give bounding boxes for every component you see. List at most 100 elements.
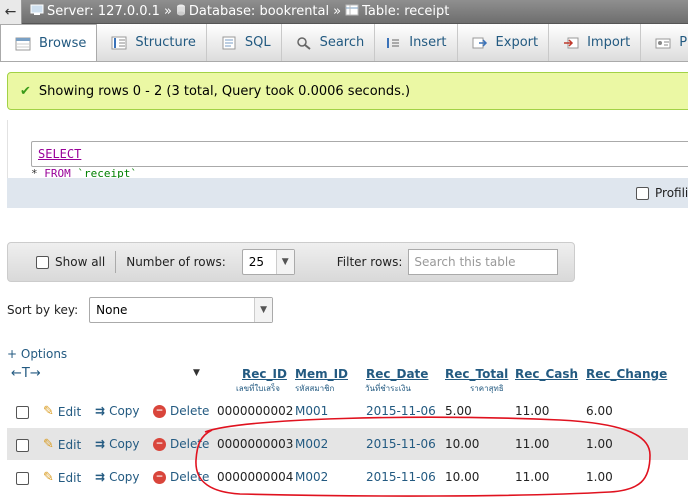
copy-icon: ⇉ bbox=[95, 404, 106, 418]
table-row: ✎ Edit ⇉ Copy − Delete 0000000003 M002 2… bbox=[7, 427, 688, 460]
delete-label: Delete bbox=[170, 404, 210, 418]
filter-rows-label: Filter rows: bbox=[336, 255, 403, 269]
options-link[interactable]: + Options bbox=[7, 347, 67, 361]
insert-icon bbox=[385, 36, 401, 50]
number-of-rows-label: Number of rows: bbox=[126, 255, 226, 269]
checkmark-icon: ✔ bbox=[20, 83, 31, 99]
sort-by-key: Sort by key: None ▼ bbox=[7, 297, 274, 323]
cell-rec-date: 2015-11-06 bbox=[366, 404, 436, 418]
cell-rec-total: 5.00 bbox=[445, 404, 472, 418]
breadcrumb-bar: ← Server: 127.0.0.1 » Database: bookrent… bbox=[0, 0, 688, 24]
edit-action[interactable]: ✎ Edit bbox=[43, 470, 81, 485]
cell-rec-cash: 11.00 bbox=[515, 470, 550, 484]
cell-rec-total: 10.00 bbox=[445, 470, 480, 484]
column-header-rec-id[interactable]: Rec_ID bbox=[242, 367, 287, 381]
tab-label: SQL bbox=[244, 35, 271, 50]
sort-dropdown-icon[interactable]: ▼ bbox=[193, 368, 200, 378]
row-checkbox[interactable] bbox=[16, 472, 29, 485]
tab-export[interactable]: Export bbox=[458, 24, 550, 61]
sql-query-box: SELECT * FROM `receipt` bbox=[7, 120, 688, 180]
tab-insert[interactable]: Insert bbox=[375, 24, 458, 61]
tab-browse[interactable]: Browse bbox=[0, 24, 98, 61]
delete-icon: − bbox=[153, 404, 166, 418]
tab-label: Insert bbox=[409, 35, 447, 50]
tab-label: Search bbox=[319, 35, 365, 50]
number-of-rows-select[interactable]: 25 ▼ bbox=[241, 249, 295, 275]
table-header: ←T→ ▼ Rec_ID เลขที่ใบเสร็จ Mem_ID รหัสสม… bbox=[7, 364, 688, 394]
column-header-mem-id[interactable]: Mem_ID bbox=[295, 367, 348, 381]
privileges-icon bbox=[655, 36, 671, 50]
edit-action[interactable]: ✎ Edit bbox=[43, 437, 81, 452]
sort-by-key-select[interactable]: None ▼ bbox=[89, 297, 274, 323]
delete-action[interactable]: − Delete bbox=[153, 404, 209, 418]
cell-mem-id[interactable]: M001 bbox=[295, 404, 328, 418]
cell-rec-cash: 11.00 bbox=[515, 404, 550, 418]
cell-rec-date: 2015-11-06 bbox=[366, 470, 436, 484]
breadcrumb-database[interactable]: Database: bookrental bbox=[189, 4, 329, 19]
pencil-icon: ✎ bbox=[43, 404, 54, 419]
tab-structure[interactable]: Structure bbox=[97, 24, 207, 61]
breadcrumb-separator: » bbox=[163, 4, 172, 19]
number-of-rows-value: 25 bbox=[248, 255, 265, 269]
delete-icon: − bbox=[153, 470, 166, 484]
table-icon bbox=[345, 4, 359, 20]
tab-privileges[interactable]: Pri bbox=[641, 24, 688, 61]
browse-icon bbox=[15, 37, 31, 51]
navigation-bar: Show all Number of rows: 25 ▼ Filter row… bbox=[7, 242, 575, 282]
back-arrow-icon[interactable]: ← bbox=[0, 0, 22, 24]
sql-query-footer: Profilin bbox=[7, 178, 688, 208]
column-header-rec-change[interactable]: Rec_Change bbox=[586, 367, 667, 381]
chevron-down-icon: ▼ bbox=[275, 250, 294, 274]
breadcrumb-server[interactable]: Server: 127.0.0.1 bbox=[47, 4, 160, 19]
tab-label: Import bbox=[587, 35, 631, 50]
filter-rows-input[interactable]: Search this table bbox=[408, 249, 559, 275]
row-checkbox[interactable] bbox=[16, 439, 29, 452]
tab-bar: Browse Structure SQL Search Insert Expor… bbox=[0, 24, 688, 62]
profiling-checkbox[interactable] bbox=[636, 186, 649, 200]
edit-label: Edit bbox=[57, 470, 82, 485]
chevron-down-icon: ▼ bbox=[254, 298, 273, 322]
sort-by-key-label: Sort by key: bbox=[7, 303, 79, 317]
cell-rec-cash: 11.00 bbox=[515, 437, 550, 451]
profiling-option[interactable]: Profilin bbox=[636, 186, 688, 200]
column-header-rec-total[interactable]: Rec_Total bbox=[445, 367, 508, 381]
edit-label: Edit bbox=[57, 404, 82, 419]
cell-mem-id[interactable]: M002 bbox=[295, 470, 328, 484]
column-header-rec-cash[interactable]: Rec_Cash bbox=[515, 367, 578, 381]
tab-label: Browse bbox=[39, 36, 87, 51]
search-icon bbox=[296, 36, 312, 50]
edit-action[interactable]: ✎ Edit bbox=[43, 404, 81, 419]
tab-sql[interactable]: SQL bbox=[207, 24, 282, 61]
copy-action[interactable]: ⇉ Copy bbox=[95, 437, 140, 451]
copy-action[interactable]: ⇉ Copy bbox=[95, 404, 140, 418]
cell-mem-id[interactable]: M002 bbox=[295, 437, 328, 451]
delete-action[interactable]: − Delete bbox=[153, 470, 209, 484]
sql-icon bbox=[221, 36, 237, 50]
copy-label: Copy bbox=[109, 437, 140, 451]
results-table: ←T→ ▼ Rec_ID เลขที่ใบเสร็จ Mem_ID รหัสสม… bbox=[7, 364, 688, 493]
show-all-checkbox[interactable] bbox=[36, 255, 49, 269]
server-icon bbox=[30, 4, 44, 20]
tab-search[interactable]: Search bbox=[282, 24, 376, 61]
structure-icon bbox=[111, 36, 127, 50]
copy-action[interactable]: ⇉ Copy bbox=[95, 470, 140, 484]
breadcrumb-separator: » bbox=[333, 4, 342, 19]
number-of-rows-group: Number of rows: 25 ▼ bbox=[116, 249, 305, 275]
pencil-icon: ✎ bbox=[43, 470, 54, 485]
tab-label: Export bbox=[495, 35, 539, 50]
tab-import[interactable]: Import bbox=[549, 24, 642, 61]
sort-by-key-value: None bbox=[96, 303, 128, 317]
row-checkbox[interactable] bbox=[16, 406, 29, 419]
delete-icon: − bbox=[153, 437, 166, 451]
cell-rec-date: 2015-11-06 bbox=[366, 437, 436, 451]
delete-label: Delete bbox=[170, 470, 210, 484]
filter-rows-placeholder: Search this table bbox=[414, 255, 516, 269]
column-resize-arrows[interactable]: ←T→ bbox=[11, 366, 41, 381]
cell-rec-id: 0000000003 bbox=[217, 437, 294, 451]
breadcrumb-table[interactable]: Table: receipt bbox=[362, 4, 449, 19]
sql-keyword-select[interactable]: SELECT bbox=[31, 141, 688, 167]
show-all-option[interactable]: Show all bbox=[8, 255, 115, 269]
column-header-rec-date[interactable]: Rec_Date bbox=[366, 367, 428, 381]
cell-rec-change: 6.00 bbox=[586, 404, 613, 418]
delete-action[interactable]: − Delete bbox=[153, 437, 209, 451]
